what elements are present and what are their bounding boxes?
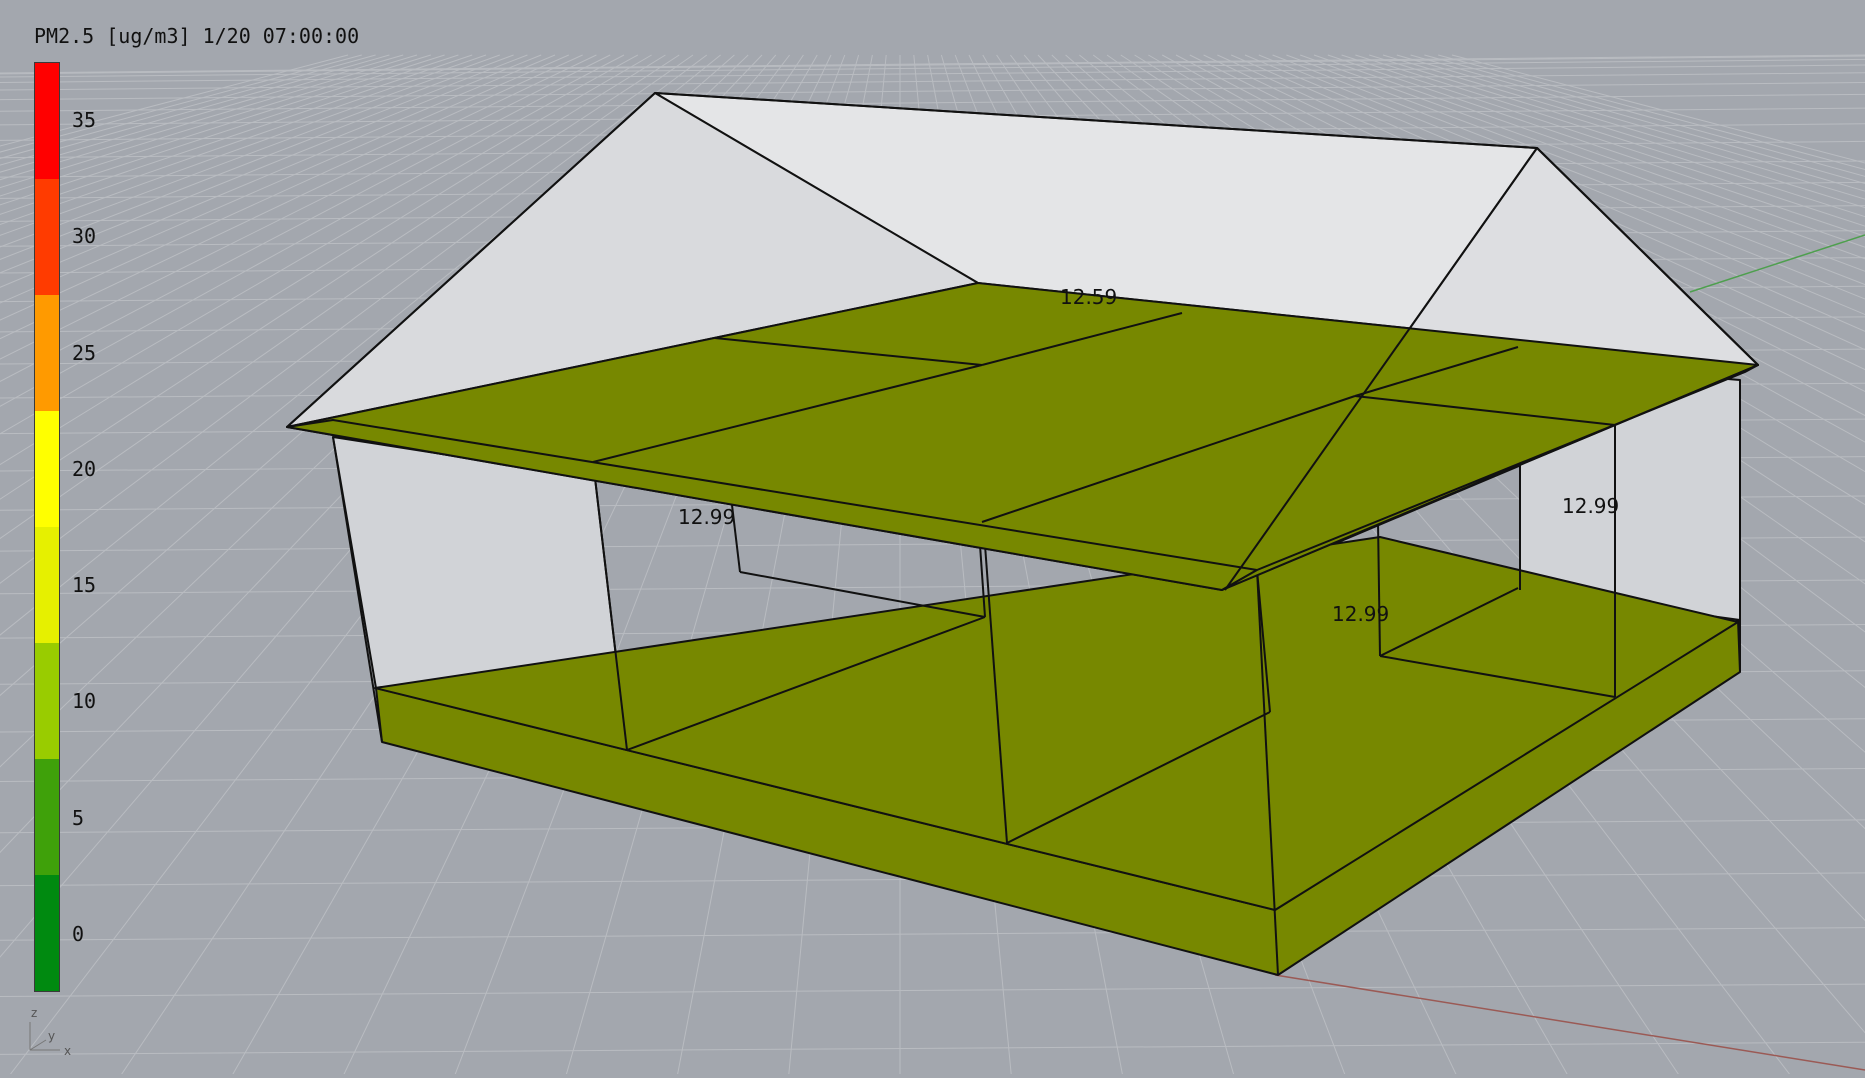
axis-z-label: z: [31, 1006, 37, 1020]
axis-x-label: x: [64, 1044, 71, 1058]
3d-viewport[interactable]: 12.99 12.59 12.99 12.99 z y x PM2.5 [ug/…: [0, 0, 1865, 1078]
legend-swatch: [35, 179, 59, 295]
legend-tick-label: 10: [72, 689, 97, 714]
room-value-label-lower-center: 12.99: [1332, 602, 1389, 626]
y-axis-line: [1689, 234, 1865, 293]
legend-tick-label: 0: [72, 921, 85, 946]
scene-canvas[interactable]: 12.99 12.59 12.99 12.99 z y x: [0, 0, 1865, 1078]
house-model[interactable]: [286, 92, 1759, 976]
legend-color-bar: [34, 62, 60, 992]
legend-swatch: [35, 759, 59, 875]
legend-title: PM2.5 [ug/m3] 1/20 07:00:00: [34, 24, 360, 48]
partition-line: [739, 571, 986, 618]
room-value-label-upper-left: 12.99: [678, 505, 735, 529]
room-value-label-right: 12.99: [1562, 494, 1619, 518]
legend-swatch: [35, 527, 59, 643]
legend-tick-label: 15: [72, 573, 97, 598]
room-value-label-upper-center: 12.59: [1060, 285, 1117, 309]
legend-swatch: [35, 643, 59, 759]
axis-y-label: y: [48, 1029, 55, 1043]
legend-swatch: [35, 63, 59, 179]
legend-tick-label: 5: [72, 805, 85, 830]
legend-tick-label: 20: [72, 456, 97, 481]
legend-tick-label: 25: [72, 340, 97, 365]
legend-tick-label: 30: [72, 224, 97, 249]
legend-swatch: [35, 411, 59, 527]
legend-tick-label: 35: [72, 108, 97, 133]
legend-swatch: [35, 875, 59, 991]
legend-swatch: [35, 295, 59, 411]
x-axis-line: [1274, 974, 1865, 1071]
axis-gizmo: [29, 1022, 60, 1051]
